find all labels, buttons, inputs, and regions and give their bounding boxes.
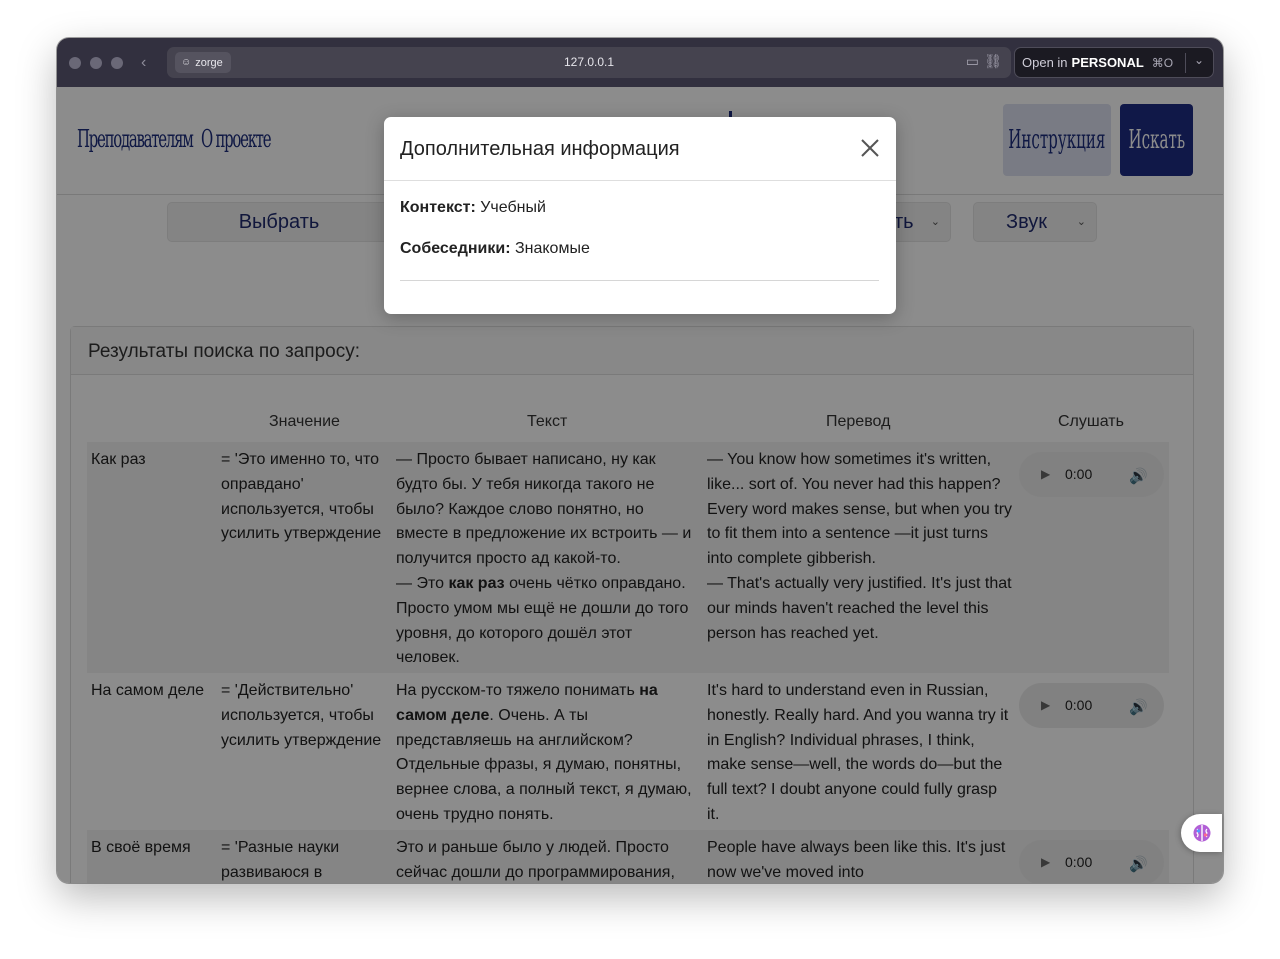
- brain-icon: [1193, 824, 1210, 842]
- web-page: Преподавателям О проекте Инструкция Иска…: [57, 87, 1223, 883]
- zoom-window-dot[interactable]: [111, 56, 123, 69]
- browser-window: ‹ ☺ zorge 127.0.0.1 ▭ ⛓ Open in PERSONAL…: [57, 38, 1223, 883]
- modal-divider: [400, 280, 879, 281]
- reader-mode-icon[interactable]: ▭: [966, 53, 979, 70]
- context-label: Контекст:: [400, 199, 476, 216]
- browser-titlebar: ‹ ☺ zorge 127.0.0.1 ▭ ⛓ Open in PERSONAL…: [57, 38, 1223, 87]
- open-in-label: Open in: [1022, 55, 1068, 70]
- modal-body: Контекст: Учебный Собеседники: Знакомые: [400, 199, 880, 264]
- open-in-profile-name: PERSONAL: [1071, 55, 1144, 70]
- minimize-window-dot[interactable]: [90, 56, 102, 69]
- info-modal: Дополнительная информация Контекст: Учеб…: [384, 117, 896, 314]
- open-in-shortcut: ⌘O: [1151, 55, 1174, 70]
- speakers-value: Знакомые: [510, 240, 590, 257]
- modal-title: Дополнительная информация: [400, 138, 680, 160]
- window-controls: [69, 56, 123, 69]
- link-icon[interactable]: ⛓: [984, 53, 1002, 70]
- url-text[interactable]: 127.0.0.1: [167, 55, 1011, 69]
- context-value: Учебный: [475, 199, 546, 216]
- assistant-brain-icon[interactable]: [1181, 814, 1222, 852]
- chevron-down-icon[interactable]: ⌄: [1194, 53, 1204, 67]
- open-in-profile-button[interactable]: Open in PERSONAL ⌘O ⌄: [1014, 47, 1214, 78]
- modal-context-line: Контекст: Учебный: [400, 199, 880, 223]
- close-icon[interactable]: [859, 137, 881, 159]
- modal-header: Дополнительная информация: [384, 117, 896, 181]
- close-window-dot[interactable]: [69, 56, 81, 69]
- open-in-divider: [1185, 53, 1186, 73]
- speakers-label: Собеседники:: [400, 240, 511, 257]
- modal-speakers-line: Собеседники: Знакомые: [400, 240, 880, 264]
- address-bar[interactable]: ☺ zorge 127.0.0.1 ▭ ⛓: [167, 47, 1011, 78]
- back-arrow-icon[interactable]: ‹: [141, 54, 155, 72]
